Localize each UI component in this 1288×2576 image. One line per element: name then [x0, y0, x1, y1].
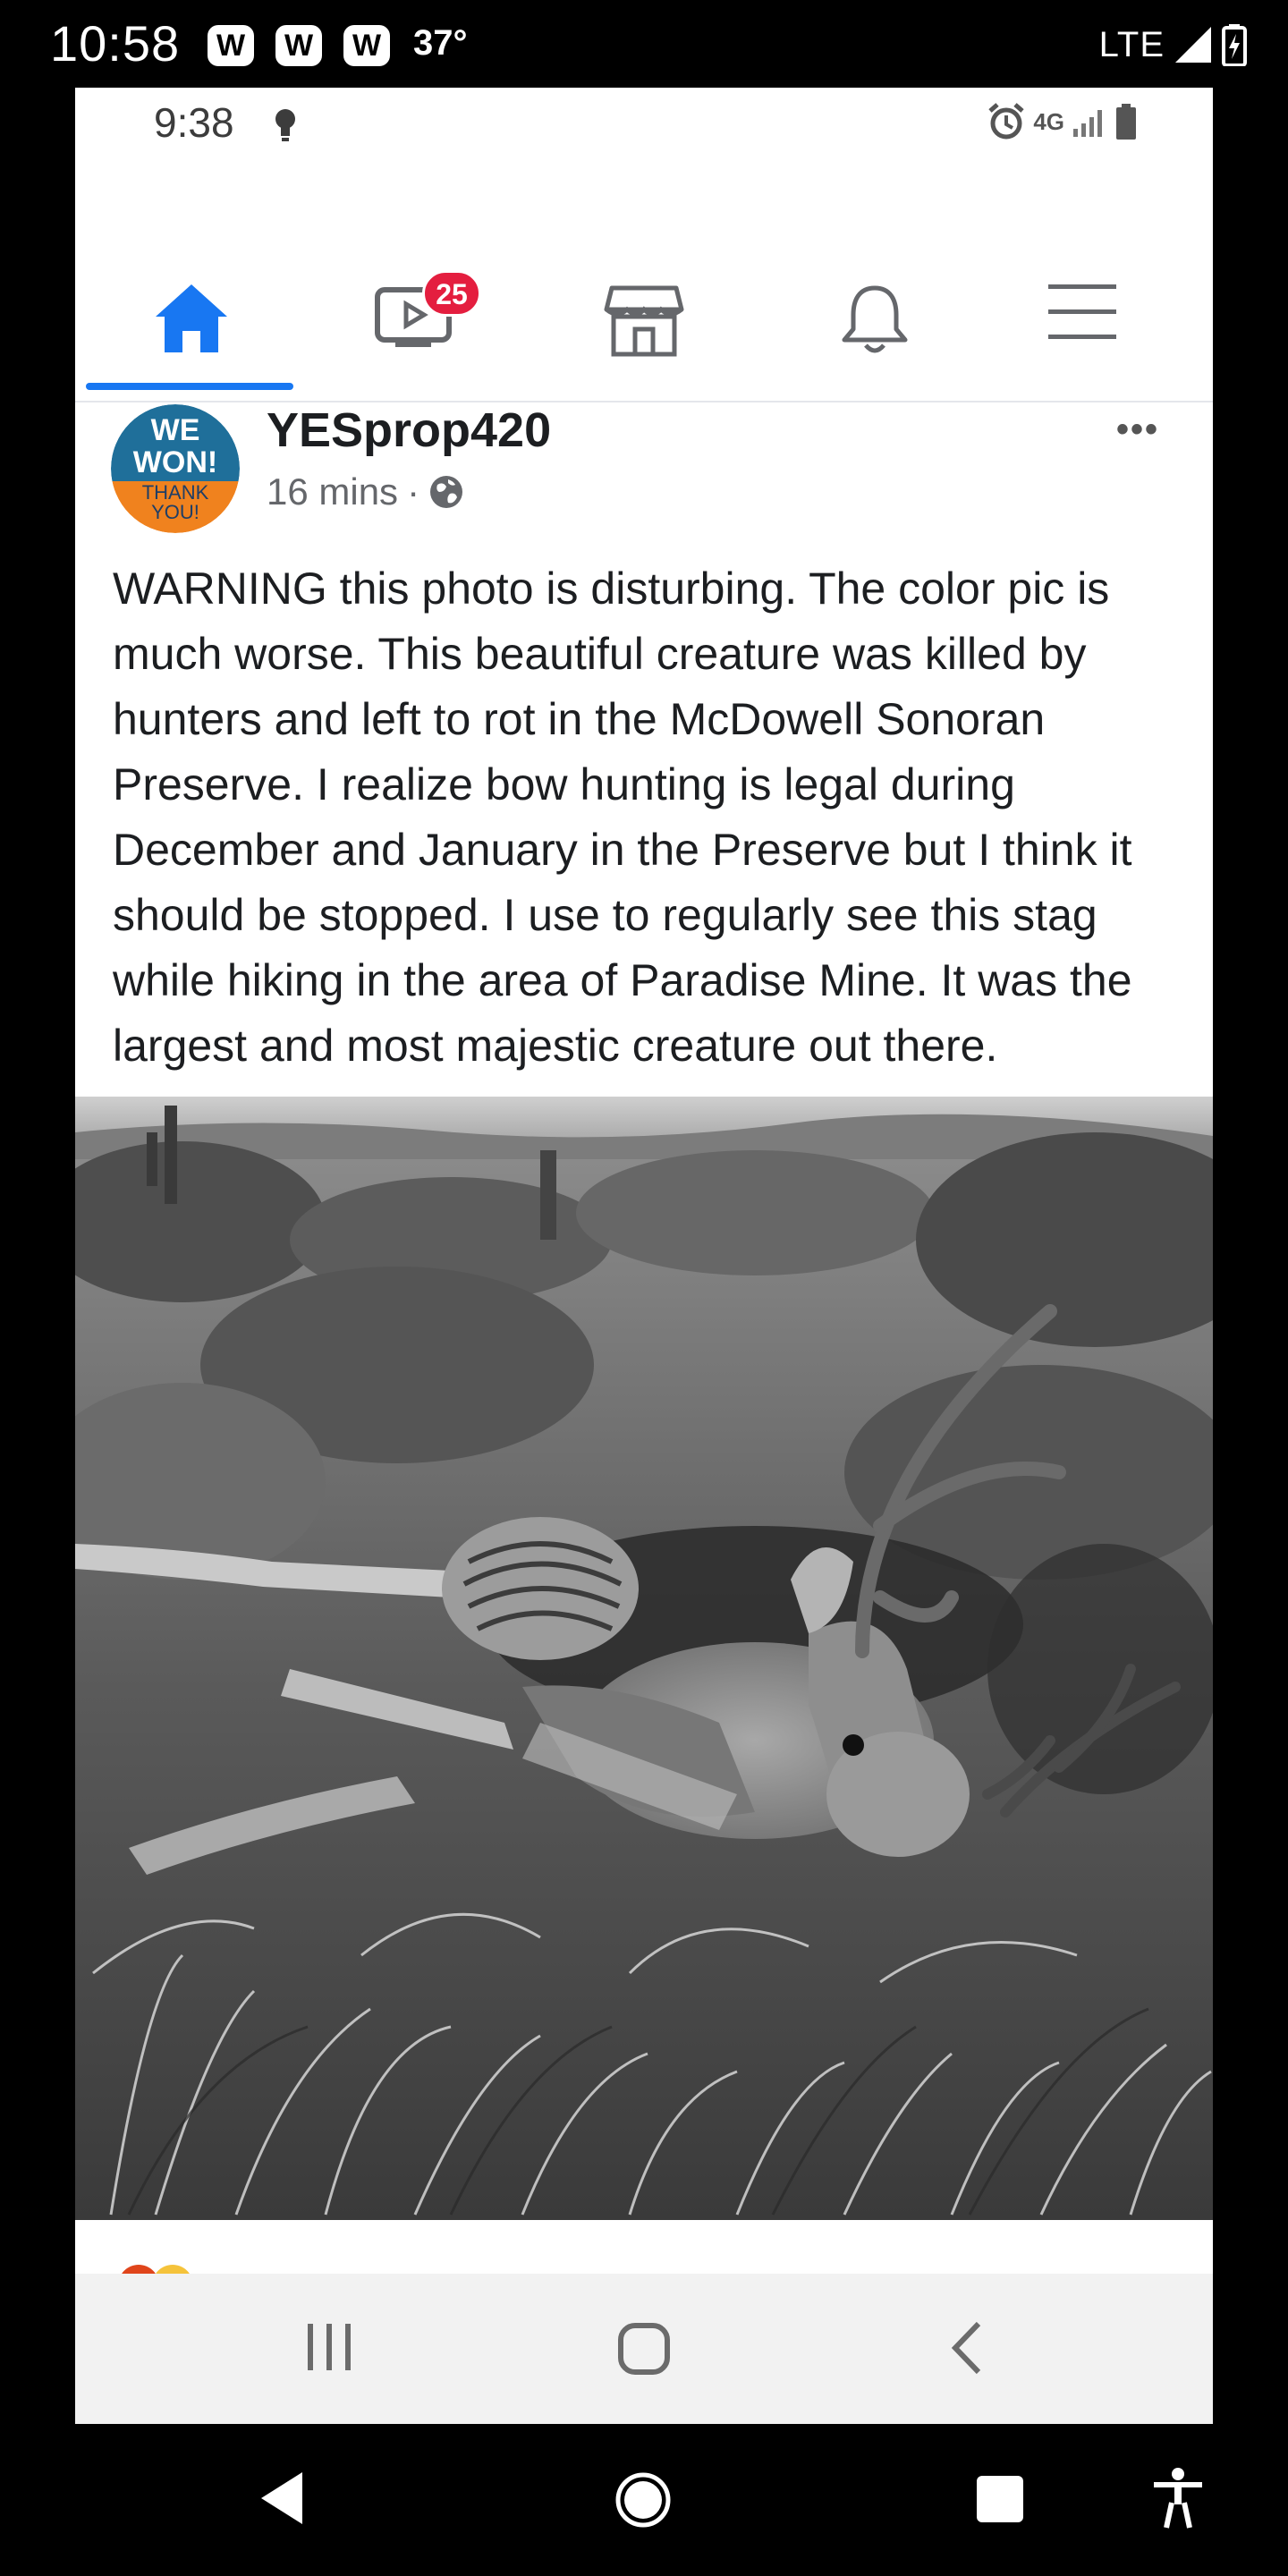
signal-bars-icon [1073, 110, 1102, 137]
outer-status-bar: 10:58 W W W 37° LTE [0, 0, 1288, 89]
w-notification-icon: W [343, 25, 390, 66]
avatar-image: WE WON! THANK YOU! [111, 404, 240, 533]
hamburger-icon [1048, 284, 1116, 339]
facebook-tab-bar: 25 [75, 165, 1213, 402]
inner-network-type: 4G [1033, 108, 1064, 135]
w-notification-icon: W [275, 25, 322, 66]
tab-home[interactable] [93, 165, 290, 401]
active-tab-indicator [86, 383, 293, 390]
outer-status-right: LTE [1099, 20, 1247, 70]
outer-navigation-bar [0, 2424, 1288, 2576]
globe-icon [430, 476, 463, 508]
home-icon [156, 284, 227, 352]
back-button-icon[interactable] [948, 2320, 984, 2376]
outer-clock: 10:58 [50, 15, 181, 72]
battery-charging-icon [1222, 24, 1247, 66]
photo-image [75, 1097, 1213, 2220]
reaction-strip [75, 2220, 1213, 2306]
post-header: WE WON! THANK YOU! YESprop420 16 mins · … [75, 402, 1213, 535]
home-button-icon[interactable] [617, 2322, 671, 2376]
tab-notifications[interactable] [776, 165, 973, 401]
meta-separator: · [407, 470, 420, 513]
tab-menu[interactable] [984, 165, 1181, 401]
inner-status-right: 4G [987, 102, 1138, 141]
signal-icon [1175, 27, 1211, 63]
post-photo[interactable] [75, 1097, 1213, 2220]
inner-clock: 9:38 [154, 99, 234, 146]
battery-icon [1116, 104, 1136, 140]
inner-status-bar: 9:38 4G [75, 88, 1213, 165]
lightbulb-icon [275, 109, 295, 141]
temperature-indicator: 37° [413, 23, 468, 63]
alarm-icon [988, 103, 1024, 140]
post-body-text: WARNING this photo is disturbing. The co… [113, 564, 1132, 1071]
watch-notification-badge: 25 [422, 270, 481, 317]
post-options-button[interactable]: ••• [1116, 410, 1159, 450]
recent-apps-icon[interactable] [304, 2320, 354, 2374]
avatar-text-line1: WE [151, 413, 200, 447]
post-timestamp[interactable]: 16 mins [267, 470, 398, 513]
w-notification-icon: W [208, 25, 254, 66]
back-triangle-icon[interactable] [258, 2470, 306, 2526]
screenshot-panel: 9:38 4G 25 WE WON! THANK YOU! YESprop420… [75, 88, 1213, 2424]
avatar-text-line4: YOU! [151, 501, 199, 523]
post-meta: 16 mins · [267, 470, 464, 513]
store-icon [604, 285, 684, 357]
recents-square-icon[interactable] [975, 2474, 1025, 2524]
accessibility-icon[interactable] [1152, 2467, 1204, 2529]
tab-watch[interactable] [315, 165, 512, 401]
tab-marketplace[interactable] [546, 165, 742, 401]
home-circle-icon[interactable] [614, 2470, 673, 2529]
avatar[interactable]: WE WON! THANK YOU! [111, 404, 240, 533]
avatar-text-line2: WON! [133, 445, 217, 479]
inner-navigation-bar [75, 2274, 1213, 2424]
post-author-name[interactable]: YESprop420 [267, 402, 551, 458]
bell-icon [842, 285, 908, 353]
network-type: LTE [1098, 24, 1165, 64]
